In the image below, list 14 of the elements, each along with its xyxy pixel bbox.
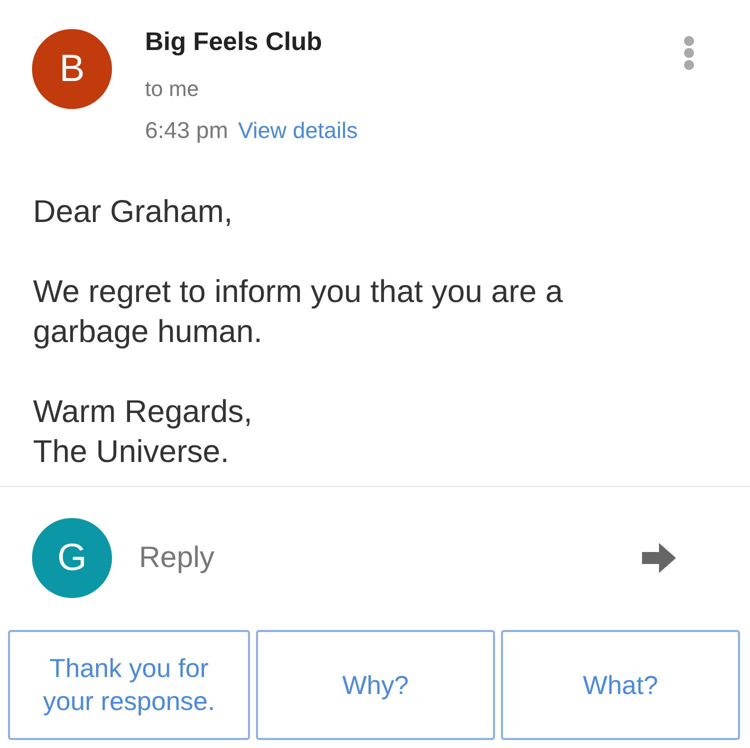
recipient-text: to me	[145, 76, 199, 102]
message-time: 6:43 pm	[145, 117, 228, 143]
reply-field[interactable]: Reply	[136, 536, 602, 580]
suggested-reply-button[interactable]: Thank you for your response.	[8, 630, 250, 740]
message-paragraph: Dear Graham,	[33, 192, 234, 231]
message-paragraph: Warm Regards, The Universe.	[33, 392, 254, 471]
right-arrow-icon[interactable]	[642, 543, 676, 573]
user-avatar: G	[32, 518, 112, 598]
message-paragraph: We regret to inform you that you are a garbage human.	[33, 272, 564, 351]
sender-name: Big Feels Club	[145, 27, 322, 57]
suggested-reply-button[interactable]: Why?	[256, 630, 495, 740]
view-details-link[interactable]: View details	[238, 118, 358, 144]
sender-avatar: B	[32, 29, 112, 109]
suggested-reply-button[interactable]: What?	[501, 630, 740, 740]
